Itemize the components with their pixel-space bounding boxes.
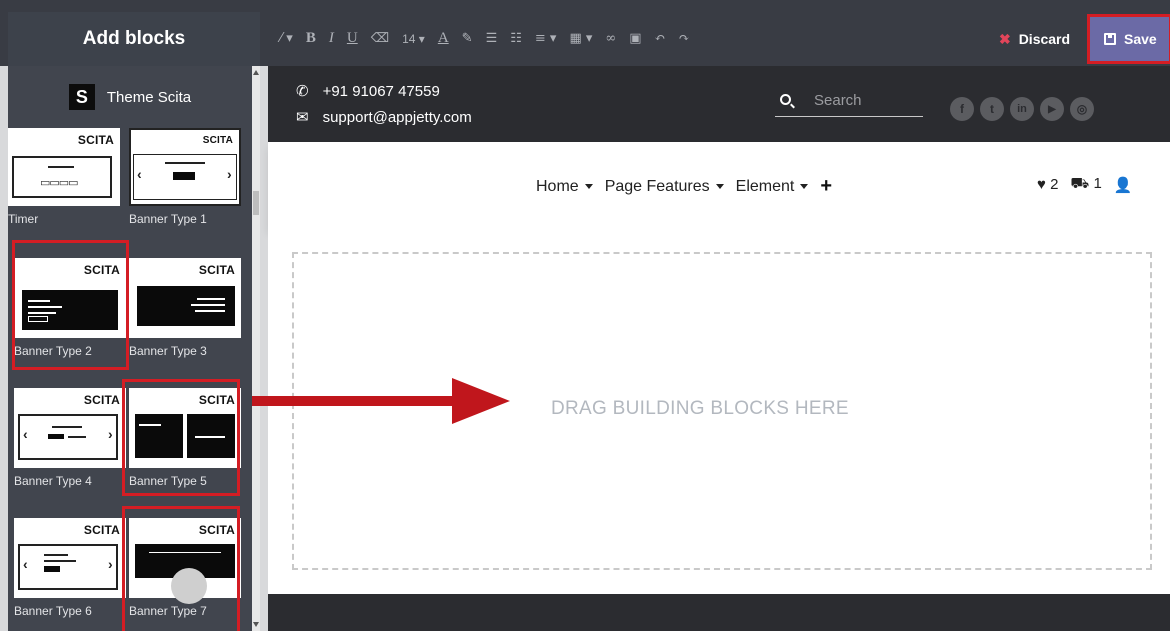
align-icon[interactable]: ≡ ▾ xyxy=(535,31,557,46)
youtube-icon[interactable]: ▶ xyxy=(1040,97,1064,121)
instagram-icon[interactable]: ◎ xyxy=(1070,97,1094,121)
thumb-line xyxy=(195,310,225,312)
thumb-banner xyxy=(137,286,235,326)
wishlist-link[interactable]: ♥ 2 xyxy=(1037,176,1058,193)
cart-icon: ⛟ xyxy=(1070,175,1090,192)
thumb-button xyxy=(48,434,64,439)
bold-icon[interactable]: B xyxy=(306,30,316,47)
highlight-banner-type-7 xyxy=(122,506,240,631)
facebook-icon[interactable]: f xyxy=(950,97,974,121)
plus-icon[interactable]: + xyxy=(820,175,832,198)
chevron-left-icon: ‹ xyxy=(23,556,28,572)
main-menu: Home Page Features Element + xyxy=(536,175,832,198)
phone-icon: ✆ xyxy=(296,83,309,100)
theme-header: S Theme Scita xyxy=(8,66,252,128)
highlight-banner-type-2 xyxy=(12,240,129,370)
email-contact: ✉ support@appjetty.com xyxy=(296,108,472,127)
discard-button[interactable]: ✖ Discard xyxy=(982,12,1087,66)
scroll-down-icon[interactable] xyxy=(253,622,259,627)
add-blocks-title: Add blocks xyxy=(8,12,260,66)
linkedin-icon[interactable]: in xyxy=(1010,97,1034,121)
chevron-right-icon: › xyxy=(108,426,113,442)
thumb-button xyxy=(173,172,195,180)
chevron-left-icon: ‹ xyxy=(137,166,142,182)
theme-logo: S xyxy=(68,84,95,110)
block-thumbnail: SCITA xyxy=(129,258,241,338)
scroll-up-icon[interactable] xyxy=(253,70,259,75)
cart-link[interactable]: ⛟ 1 xyxy=(1070,175,1101,194)
table-icon[interactable]: ▦ ▾ xyxy=(569,31,592,46)
block-timer[interactable]: SCITA ▭▭▭▭ Timer xyxy=(8,128,120,226)
thumb-line xyxy=(44,554,68,556)
envelope-icon: ✉ xyxy=(296,109,309,126)
user-icon[interactable]: 👤 xyxy=(1114,176,1133,194)
link-icon[interactable]: ∞ xyxy=(605,31,616,46)
nav-icons: ♥ 2 ⛟ 1 👤 xyxy=(1037,175,1133,194)
blocks-sidebar: S Theme Scita SCITA ▭▭▭▭ Timer SCITA ‹ ›… xyxy=(8,66,260,631)
bullet-list-icon[interactable]: ☰ xyxy=(486,31,498,46)
search-icon xyxy=(780,94,791,105)
image-icon[interactable]: ▣ xyxy=(629,31,641,46)
block-thumbnail: SCITA ‹ › xyxy=(14,388,126,468)
caret-down-icon xyxy=(800,183,809,189)
nav-element[interactable]: Element xyxy=(736,178,809,196)
thumb-line xyxy=(48,166,74,168)
chevron-left-icon: ‹ xyxy=(23,426,28,442)
format-tools: ⁄ ▾ B I U ⌫ 14 ▾ A ✎ ☰ ☷ ≡ ▾ ▦ ▾ ∞ ▣ ↶ ↷ xyxy=(280,30,689,47)
chevron-right-icon: › xyxy=(108,556,113,572)
drag-arrow-icon xyxy=(252,378,510,424)
font-size-select[interactable]: 14 ▾ xyxy=(402,32,425,46)
search-input[interactable]: Search xyxy=(814,92,862,109)
twitter-icon[interactable]: t xyxy=(980,97,1004,121)
highlight-banner-type-5 xyxy=(122,379,240,496)
block-thumbnail: SCITA ‹ › xyxy=(129,128,241,206)
eraser-icon[interactable]: ⌫ xyxy=(371,31,389,46)
theme-name: Theme Scita xyxy=(106,88,192,106)
caret-down-icon xyxy=(584,183,593,189)
thumb-frame xyxy=(18,544,118,590)
caret-down-icon xyxy=(715,183,724,189)
block-banner-type-6[interactable]: SCITA ‹ › Banner Type 6 xyxy=(14,518,126,618)
block-banner-type-3[interactable]: SCITA Banner Type 3 xyxy=(129,258,241,358)
style-picker-icon[interactable]: ⁄ ▾ xyxy=(280,31,293,46)
block-banner-type-1[interactable]: SCITA ‹ › Banner Type 1 xyxy=(129,128,241,226)
block-thumbnail: SCITA ▭▭▭▭ xyxy=(8,128,120,206)
font-color-icon[interactable]: A xyxy=(438,30,449,47)
thumb-line xyxy=(68,436,86,438)
block-thumbnail: SCITA ‹ › xyxy=(14,518,126,598)
undo-icon[interactable]: ↶ xyxy=(655,31,666,46)
chevron-right-icon: › xyxy=(227,166,232,182)
save-button[interactable]: Save xyxy=(1087,14,1170,64)
search-underline xyxy=(775,116,923,117)
thumb-boxes: ▭▭▭▭ xyxy=(40,177,79,189)
drop-zone-label: DRAG BUILDING BLOCKS HERE xyxy=(551,398,849,419)
brush-icon[interactable]: ✎ xyxy=(462,31,473,46)
italic-icon[interactable]: I xyxy=(329,30,334,47)
thumb-line xyxy=(165,162,205,164)
nav-home[interactable]: Home xyxy=(536,178,593,196)
site-topbar xyxy=(268,66,1170,142)
nav-page-features[interactable]: Page Features xyxy=(605,178,724,196)
sidebar-scrollbar[interactable] xyxy=(252,66,260,631)
site-footer xyxy=(268,594,1170,631)
phone-contact: ✆ +91 91067 47559 xyxy=(296,82,440,101)
thumb-line xyxy=(197,298,225,300)
block-banner-type-4[interactable]: SCITA ‹ › Banner Type 4 xyxy=(14,388,126,488)
thumb-line xyxy=(191,304,225,306)
thumb-line xyxy=(44,560,76,562)
floppy-icon xyxy=(1104,33,1116,45)
redo-icon[interactable]: ↷ xyxy=(678,31,689,46)
numbered-list-icon[interactable]: ☷ xyxy=(510,31,522,46)
scroll-thumb[interactable] xyxy=(253,191,259,215)
underline-icon[interactable]: U xyxy=(347,30,358,47)
thumb-line xyxy=(52,426,82,428)
heart-icon: ♥ xyxy=(1037,176,1046,193)
close-icon: ✖ xyxy=(998,30,1011,47)
thumb-button xyxy=(44,566,60,572)
